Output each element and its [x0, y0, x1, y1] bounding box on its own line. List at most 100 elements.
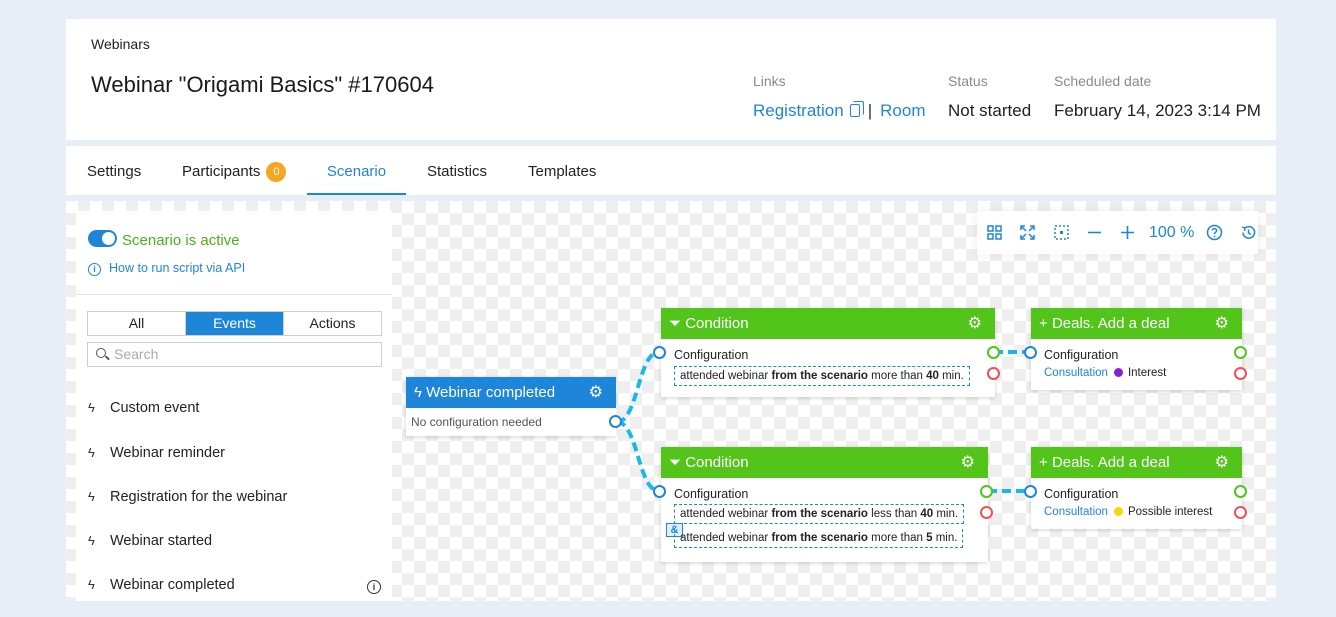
gear-icon[interactable]: ⚙: [968, 308, 982, 339]
tab-participants[interactable]: Participants 0: [182, 146, 287, 195]
scenario-active-toggle[interactable]: [88, 230, 117, 247]
config-label: Configuration: [674, 348, 749, 362]
filter-all[interactable]: All: [88, 312, 186, 335]
rule-operator: more than: [867, 532, 927, 544]
rule-value: 40: [926, 370, 939, 382]
rule-unit: min.: [938, 370, 964, 382]
select-area-icon[interactable]: [1053, 224, 1070, 241]
scenario-sidebar: Scenario is active i How to run script vi…: [76, 211, 392, 601]
output-port[interactable]: [609, 415, 622, 428]
output-port-true[interactable]: [987, 346, 1000, 359]
status-label: Status: [948, 73, 988, 89]
participants-count-badge: 0: [266, 162, 287, 182]
stage-name: Possible interest: [1127, 506, 1213, 518]
tab-scenario[interactable]: Scenario: [307, 146, 406, 195]
node-title: Webinar completed: [426, 384, 556, 401]
date-value: February 14, 2023 3:14 PM: [1054, 101, 1261, 120]
lightning-icon: ϟ: [88, 400, 95, 415]
node-add-deal-1[interactable]: + Deals. Add a deal ⚙ Configuration Consu…: [1031, 308, 1242, 390]
config-label: Configuration: [1044, 348, 1119, 362]
output-port-true[interactable]: [1234, 485, 1247, 498]
event-label: Webinar completed: [110, 577, 235, 593]
plus-icon: +: [1039, 315, 1048, 332]
filter-events[interactable]: Events: [186, 312, 284, 335]
search-input[interactable]: Search: [87, 342, 382, 367]
lightning-icon: ϟ: [88, 533, 95, 548]
tab-participants-label: Participants: [182, 163, 261, 180]
event-label: Registration for the webinar: [110, 489, 288, 505]
event-item-webinar-reminder[interactable]: ϟ Webinar reminder: [88, 445, 225, 461]
stage-color-dot: [1113, 368, 1123, 377]
node-header[interactable]: ϟ Webinar completed ⚙: [406, 377, 616, 408]
node-title: Deals. Add a deal: [1051, 454, 1170, 471]
lightning-icon: ϟ: [88, 445, 95, 460]
canvas-toolbar: 100 %: [977, 211, 1258, 254]
node-add-deal-2[interactable]: + Deals. Add a deal ⚙ Configuration Consu…: [1031, 447, 1242, 529]
output-port-true[interactable]: [980, 485, 993, 498]
gear-icon[interactable]: ⚙: [589, 377, 603, 408]
node-header[interactable]: ⏷ Condition ⚙: [661, 308, 995, 339]
api-help-link[interactable]: i How to run script via API: [88, 261, 245, 276]
pipeline-link[interactable]: Consultation: [1044, 506, 1108, 518]
rule-text: attended webinar: [680, 370, 772, 382]
sidebar-divider: [76, 294, 392, 295]
help-icon[interactable]: [1206, 224, 1223, 241]
node-body: Configuration Consultation Possible inter…: [1031, 478, 1242, 529]
pipeline-link[interactable]: Consultation: [1044, 367, 1108, 379]
condition-rule[interactable]: attended webinar from the scenario less …: [674, 504, 965, 524]
node-header[interactable]: ⏷ Condition ⚙: [661, 447, 988, 478]
zoom-out-icon[interactable]: [1086, 224, 1103, 241]
tab-statistics[interactable]: Statistics: [427, 146, 487, 195]
input-port[interactable]: [1024, 485, 1037, 498]
stage-name: Interest: [1127, 367, 1167, 379]
tab-templates[interactable]: Templates: [528, 146, 596, 195]
deal-stage: Consultation Possible interest: [1044, 506, 1212, 518]
link-separator: |: [867, 101, 873, 120]
copy-icon[interactable]: [849, 101, 864, 117]
node-condition-1[interactable]: ⏷ Condition ⚙ Configuration attended webi…: [661, 308, 995, 397]
event-item-webinar-completed[interactable]: ϟ Webinar completed: [88, 577, 235, 593]
output-port-false[interactable]: [1234, 367, 1247, 380]
output-port-false[interactable]: [987, 367, 1000, 380]
info-icon: i: [88, 263, 101, 276]
fit-screen-icon[interactable]: [1019, 224, 1036, 241]
node-title: Condition: [685, 454, 749, 471]
history-icon[interactable]: [1240, 224, 1257, 241]
node-header[interactable]: + Deals. Add a deal ⚙: [1031, 447, 1242, 478]
grid-icon[interactable]: [986, 224, 1003, 241]
input-port[interactable]: [653, 346, 666, 359]
node-header[interactable]: + Deals. Add a deal ⚙: [1031, 308, 1242, 339]
gear-icon[interactable]: ⚙: [1215, 308, 1229, 339]
gear-icon[interactable]: ⚙: [961, 447, 975, 478]
condition-rule[interactable]: attended webinar from the scenario more …: [674, 366, 970, 386]
registration-link[interactable]: Registration: [753, 101, 844, 120]
node-webinar-completed[interactable]: ϟ Webinar completed ⚙ No configuration ne…: [406, 377, 616, 436]
gear-icon[interactable]: ⚙: [1215, 447, 1229, 478]
event-label: Webinar reminder: [110, 445, 225, 461]
breadcrumb[interactable]: Webinars: [91, 36, 150, 52]
lightning-icon: ϟ: [88, 577, 95, 592]
input-port[interactable]: [653, 485, 666, 498]
info-icon[interactable]: i: [367, 580, 381, 594]
output-port-false[interactable]: [980, 506, 993, 519]
condition-rule[interactable]: attended webinar from the scenario more …: [674, 529, 964, 548]
rule-source: from the scenario: [771, 532, 868, 544]
date-label: Scheduled date: [1054, 73, 1152, 89]
filter-segmented-control: All Events Actions: [87, 311, 382, 336]
scenario-workspace[interactable]: Scenario is active i How to run script vi…: [66, 201, 1276, 601]
event-item-registration[interactable]: ϟ Registration for the webinar: [88, 489, 287, 505]
event-item-custom-event[interactable]: ϟ Custom event: [88, 400, 199, 416]
connector-start-cond1: [616, 350, 660, 424]
zoom-in-icon[interactable]: [1119, 224, 1136, 241]
input-port[interactable]: [1024, 346, 1037, 359]
webinar-header: Webinars Webinar "Origami Basics" #17060…: [66, 19, 1276, 140]
room-link[interactable]: Room: [880, 101, 925, 120]
filter-icon: ⏷: [669, 454, 682, 471]
node-condition-2[interactable]: ⏷ Condition ⚙ Configuration attended webi…: [661, 447, 988, 562]
output-port-true[interactable]: [1234, 346, 1247, 359]
filter-actions[interactable]: Actions: [284, 312, 381, 335]
deal-stage: Consultation Interest: [1044, 367, 1166, 379]
event-item-webinar-started[interactable]: ϟ Webinar started: [88, 533, 212, 549]
output-port-false[interactable]: [1234, 506, 1247, 519]
tab-settings[interactable]: Settings: [87, 146, 141, 195]
